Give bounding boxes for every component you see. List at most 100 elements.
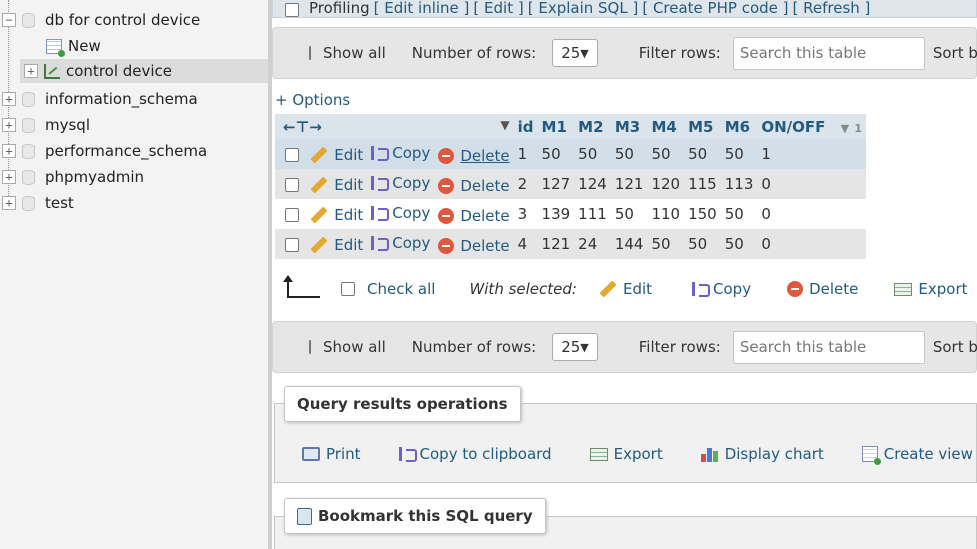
delete-row-button[interactable]: Delete — [438, 237, 510, 255]
cell-m3[interactable]: 121 — [610, 169, 648, 199]
edit-inline-link[interactable]: [ Edit inline ] — [374, 0, 470, 17]
tree-item-label[interactable]: phpmyadmin — [45, 168, 144, 186]
column-header-m2[interactable]: M2 — [574, 114, 611, 139]
column-header-m6[interactable]: M6 — [720, 114, 758, 139]
cell-m5[interactable]: 150 — [684, 199, 721, 229]
copy-to-clipboard-button[interactable]: Copy to clipboard — [398, 445, 552, 463]
copy-row-button[interactable]: Copy — [371, 234, 430, 252]
column-header-m4[interactable]: M4 — [647, 114, 685, 139]
show-all-label[interactable]: Show all — [323, 44, 386, 62]
edit-row-button[interactable]: Edit — [310, 176, 363, 194]
create-view-button[interactable]: Create view — [861, 445, 973, 465]
expand-icon[interactable]: + — [2, 170, 16, 184]
cell-on-off[interactable]: 0 — [757, 169, 866, 199]
cell-id[interactable]: 3 — [513, 199, 538, 229]
tree-item-db-for-control-device[interactable]: − db for control device — [2, 8, 200, 32]
show-all-checkbox[interactable] — [309, 46, 311, 60]
cell-m2[interactable]: 124 — [574, 169, 611, 199]
options-link[interactable]: + Options — [275, 91, 350, 109]
profiling-checkbox[interactable] — [285, 3, 299, 17]
cell-m1[interactable]: 121 — [537, 229, 575, 259]
resize-columns-icon[interactable]: ←⊤→ — [283, 118, 322, 136]
cell-m1[interactable]: 50 — [537, 139, 575, 169]
row-checkbox[interactable] — [285, 177, 299, 192]
cell-m4[interactable]: 110 — [647, 199, 685, 229]
cell-m5[interactable]: 115 — [684, 169, 721, 199]
tree-item-new[interactable]: New — [46, 34, 101, 58]
row-checkbox[interactable] — [285, 147, 299, 162]
tree-item-label[interactable]: information_schema — [45, 90, 198, 108]
cell-id[interactable]: 2 — [513, 169, 538, 199]
refresh-link[interactable]: [ Refresh ] — [793, 0, 871, 17]
tree-item-information-schema[interactable]: + information_schema — [2, 87, 198, 111]
check-all-checkbox[interactable] — [341, 282, 355, 296]
check-all-label[interactable]: Check all — [367, 280, 435, 298]
cell-m4[interactable]: 50 — [647, 229, 685, 259]
expand-icon[interactable]: + — [2, 196, 16, 210]
cell-m2[interactable]: 50 — [574, 139, 611, 169]
cell-on-off[interactable]: 1 — [757, 139, 866, 169]
tree-item-mysql[interactable]: + mysql — [2, 113, 90, 137]
bulk-edit-button[interactable]: Edit — [599, 280, 652, 298]
tree-item-label[interactable]: performance_schema — [45, 142, 207, 160]
expand-icon[interactable]: + — [2, 144, 16, 158]
expand-icon[interactable]: + — [24, 64, 38, 78]
tree-item-phpmyadmin[interactable]: + phpmyadmin — [2, 165, 144, 189]
column-menu-icon[interactable]: ▼ — [500, 118, 509, 132]
edit-row-button[interactable]: Edit — [310, 236, 363, 254]
cell-on-off[interactable]: 0 — [757, 229, 866, 259]
cell-m3[interactable]: 50 — [610, 199, 648, 229]
tree-item-label[interactable]: mysql — [45, 116, 90, 134]
cell-m6[interactable]: 50 — [720, 229, 758, 259]
column-header-m1[interactable]: M1 — [537, 114, 575, 139]
filter-rows-input[interactable] — [732, 330, 925, 364]
column-header-on-off-label[interactable]: ON/OFF — [761, 118, 825, 136]
tree-item-label[interactable]: test — [45, 194, 74, 212]
cell-m4[interactable]: 120 — [647, 169, 685, 199]
delete-row-button[interactable]: Delete — [438, 207, 510, 225]
cell-m6[interactable]: 50 — [720, 139, 758, 169]
sort-arrow-icon[interactable]: ▼ — [841, 122, 849, 135]
cell-m3[interactable]: 50 — [610, 139, 648, 169]
cell-id[interactable]: 4 — [513, 229, 538, 259]
cell-m2[interactable]: 24 — [574, 229, 611, 259]
show-all-label[interactable]: Show all — [323, 338, 386, 356]
row-checkbox[interactable] — [285, 207, 299, 222]
tree-item-label[interactable]: db for control device — [45, 11, 200, 29]
tree-item-test[interactable]: + test — [2, 191, 74, 215]
column-header-on-off[interactable]: ON/OFF ▼ 1 — [757, 114, 866, 139]
tree-item-performance-schema[interactable]: + performance_schema — [2, 139, 207, 163]
edit-row-button[interactable]: Edit — [310, 206, 363, 224]
cell-id[interactable]: 1 — [513, 139, 538, 169]
expand-icon[interactable]: + — [2, 92, 16, 106]
collapse-icon[interactable]: − — [2, 13, 16, 27]
cell-m5[interactable]: 50 — [684, 139, 721, 169]
copy-row-button[interactable]: Copy — [371, 204, 430, 222]
cell-m2[interactable]: 111 — [574, 199, 611, 229]
display-chart-button[interactable]: Display chart — [700, 445, 824, 463]
edit-row-button[interactable]: Edit — [310, 146, 363, 164]
tree-item-label[interactable]: New — [68, 37, 101, 55]
column-header-m5[interactable]: M5 — [684, 114, 721, 139]
print-button[interactable]: Print — [302, 445, 361, 463]
edit-link[interactable]: [ Edit ] — [473, 0, 523, 17]
bulk-delete-button[interactable]: Delete — [787, 280, 858, 298]
cell-m5[interactable]: 50 — [684, 229, 721, 259]
copy-row-button[interactable]: Copy — [371, 174, 430, 192]
rows-select[interactable]: 25 ▼ — [552, 39, 598, 67]
cell-m6[interactable]: 113 — [720, 169, 758, 199]
show-all-checkbox[interactable] — [309, 340, 311, 354]
cell-m3[interactable]: 144 — [610, 229, 648, 259]
column-header-m3[interactable]: M3 — [610, 114, 648, 139]
cell-m6[interactable]: 50 — [720, 199, 758, 229]
create-php-code-link[interactable]: [ Create PHP code ] — [642, 0, 788, 17]
column-header-id[interactable]: id — [513, 114, 538, 139]
explain-sql-link[interactable]: [ Explain SQL ] — [528, 0, 639, 17]
export-button[interactable]: Export — [589, 445, 663, 463]
tree-item-control-device[interactable]: + control device — [20, 59, 268, 83]
filter-rows-input[interactable] — [732, 36, 925, 70]
cell-m1[interactable]: 139 — [537, 199, 575, 229]
cell-m4[interactable]: 50 — [647, 139, 685, 169]
row-checkbox[interactable] — [285, 237, 299, 252]
copy-row-button[interactable]: Copy — [371, 144, 430, 162]
